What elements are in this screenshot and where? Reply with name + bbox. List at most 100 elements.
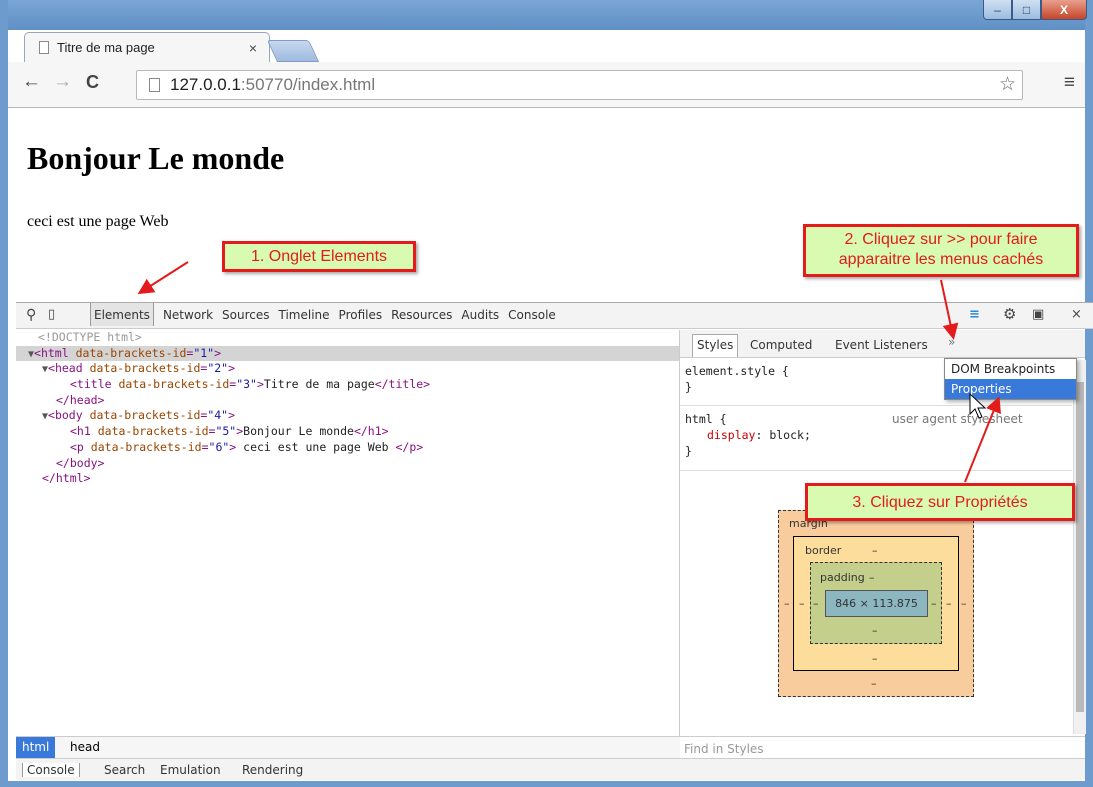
tree-node-h1[interactable]: <h1 data-brackets-id="5">Bonjour Le mond… xyxy=(16,424,679,440)
tab-console[interactable]: Console xyxy=(508,308,556,326)
attr-value: "3" xyxy=(236,377,257,392)
sidebar-scrollbar[interactable] xyxy=(1073,360,1086,734)
node-text: Bonjour Le monde xyxy=(243,424,354,439)
drawer-tab-rendering[interactable]: Rendering xyxy=(242,763,303,777)
window-border-right xyxy=(1085,0,1093,787)
callout-line: 2. Cliquez sur >> pour faire xyxy=(844,231,1038,248)
tab-title: Titre de ma page xyxy=(57,40,155,55)
rule-html-selector[interactable]: html { xyxy=(685,411,727,427)
border-bottom-value: – xyxy=(872,652,878,665)
search-icon[interactable]: ⚲ xyxy=(26,307,36,323)
close-window-button[interactable]: X xyxy=(1041,0,1087,20)
tag-end: > xyxy=(214,345,222,360)
tab-close-icon[interactable]: × xyxy=(249,40,257,56)
padding-top-value: – xyxy=(869,571,875,584)
tab-event-listeners[interactable]: Event Listeners xyxy=(835,338,928,352)
tab-resources[interactable]: Resources xyxy=(391,308,452,326)
tree-node-p[interactable]: <p data-brackets-id="6"> ceci est une pa… xyxy=(16,440,679,456)
tag-end: > xyxy=(228,361,236,376)
gear-icon[interactable]: ⚙ xyxy=(1003,305,1016,323)
tag-name: <h1 xyxy=(70,424,91,439)
breadcrumb-html[interactable]: html xyxy=(16,737,56,758)
tree-node-head-close[interactable]: </head> xyxy=(16,393,679,409)
attr-value: "5" xyxy=(215,424,237,439)
tab-profiles[interactable]: Profiles xyxy=(339,308,383,326)
rule-declaration[interactable]: display: block; xyxy=(707,427,811,443)
breadcrumb-head[interactable]: head xyxy=(64,737,106,758)
menu-item-properties[interactable]: Properties xyxy=(945,379,1076,399)
tag-close: </p> xyxy=(395,439,424,454)
attr-name: data-brackets-id xyxy=(75,345,187,360)
back-button[interactable]: ← xyxy=(22,71,41,93)
find-in-styles-input[interactable]: Find in Styles xyxy=(680,736,1085,758)
drawer-tabs: Console Search Emulation Rendering xyxy=(16,758,1085,780)
reload-button[interactable]: C xyxy=(86,72,99,93)
attr-name: data-brackets-id xyxy=(118,377,230,392)
arrow-to-elements-tab xyxy=(137,261,189,295)
device-icon[interactable]: ▯ xyxy=(48,307,55,322)
attr-value: "4" xyxy=(207,408,229,423)
maximize-button[interactable]: □ xyxy=(1012,0,1041,20)
box-model-content[interactable]: 846 × 113.875 xyxy=(825,590,928,617)
close-icon[interactable]: × xyxy=(1071,307,1082,322)
url-host: 127.0.0.1 xyxy=(170,75,241,94)
attr-name: data-brackets-id xyxy=(89,408,201,423)
tab-audits[interactable]: Audits xyxy=(461,308,499,326)
tree-node-html[interactable]: ▼<html data-brackets-id="1"> xyxy=(16,345,679,362)
padding-bottom-value: – xyxy=(872,624,878,637)
tag-close: </head> xyxy=(56,392,105,407)
callout-line: apparaitre les menus cachés xyxy=(838,251,1044,268)
tree-doctype[interactable]: <!DOCTYPE html> xyxy=(16,330,679,346)
border-left-value: – xyxy=(799,597,805,610)
rule-origin[interactable]: user agent stylesheet xyxy=(892,411,1023,427)
margin-left-value: – xyxy=(784,597,790,610)
dock-icon[interactable]: ▣ xyxy=(1032,307,1044,322)
tag-close: </body> xyxy=(56,455,105,470)
drawer-tab-search[interactable]: Search xyxy=(104,763,145,777)
doctype-text: <!DOCTYPE html> xyxy=(38,330,142,344)
tree-node-html-close[interactable]: </html> xyxy=(16,471,679,487)
rule-element-style[interactable]: element.style { } xyxy=(685,363,789,395)
callout-elements-tab: 1. Onglet Elements xyxy=(222,241,416,272)
rule-separator xyxy=(680,405,1072,406)
browser-tab[interactable]: Titre de ma page × xyxy=(24,32,270,62)
tree-node-body[interactable]: ▼<body data-brackets-id="4"> xyxy=(16,408,679,424)
menu-item-dom-breakpoints[interactable]: DOM Breakpoints xyxy=(945,359,1076,379)
tab-computed[interactable]: Computed xyxy=(750,338,812,352)
window-controls: – □ X xyxy=(983,0,1087,21)
tab-timeline[interactable]: Timeline xyxy=(279,308,330,326)
tab-elements[interactable]: Elements xyxy=(90,303,154,326)
drawer-tab-emulation[interactable]: Emulation xyxy=(160,763,221,777)
tab-sources[interactable]: Sources xyxy=(222,308,269,326)
minimize-button[interactable]: – xyxy=(983,0,1012,20)
tag-name: <title xyxy=(70,377,112,392)
more-tabs-menu: DOM Breakpoints Properties xyxy=(944,358,1077,400)
console-drawer-icon[interactable]: ≡ xyxy=(969,307,980,322)
page-heading: Bonjour Le monde xyxy=(27,140,285,176)
margin-bottom-value: – xyxy=(871,677,877,690)
scrollbar-thumb[interactable] xyxy=(1076,382,1084,712)
tag-close: </html> xyxy=(42,471,91,486)
css-property: display xyxy=(707,428,756,442)
page-icon xyxy=(149,78,160,92)
padding-label: padding xyxy=(820,571,865,584)
attr-eq: = xyxy=(201,439,209,454)
menu-icon[interactable]: ≡ xyxy=(1064,72,1075,94)
attr-name: data-brackets-id xyxy=(97,424,209,439)
tag-end: > xyxy=(228,408,236,423)
tree-node-title[interactable]: <title data-brackets-id="3">Titre de ma … xyxy=(16,377,679,393)
address-bar[interactable]: 127.0.0.1:50770/index.html ☆ xyxy=(136,70,1023,100)
drawer-tab-console[interactable]: Console xyxy=(22,763,80,777)
forward-button[interactable]: → xyxy=(53,71,72,93)
bookmark-star-icon[interactable]: ☆ xyxy=(999,73,1016,96)
tab-styles[interactable]: Styles xyxy=(692,334,739,357)
tree-node-head[interactable]: ▼<head data-brackets-id="2"> xyxy=(16,361,679,377)
new-tab-button[interactable] xyxy=(266,40,320,62)
window-border-left xyxy=(0,0,8,787)
tag-end: > xyxy=(256,377,264,392)
more-tabs-button[interactable]: » xyxy=(948,335,955,349)
border-label: border xyxy=(805,544,842,557)
tree-node-body-close[interactable]: </body> xyxy=(16,456,679,472)
tab-network[interactable]: Network xyxy=(163,308,213,326)
breadcrumb: html head xyxy=(16,736,680,758)
